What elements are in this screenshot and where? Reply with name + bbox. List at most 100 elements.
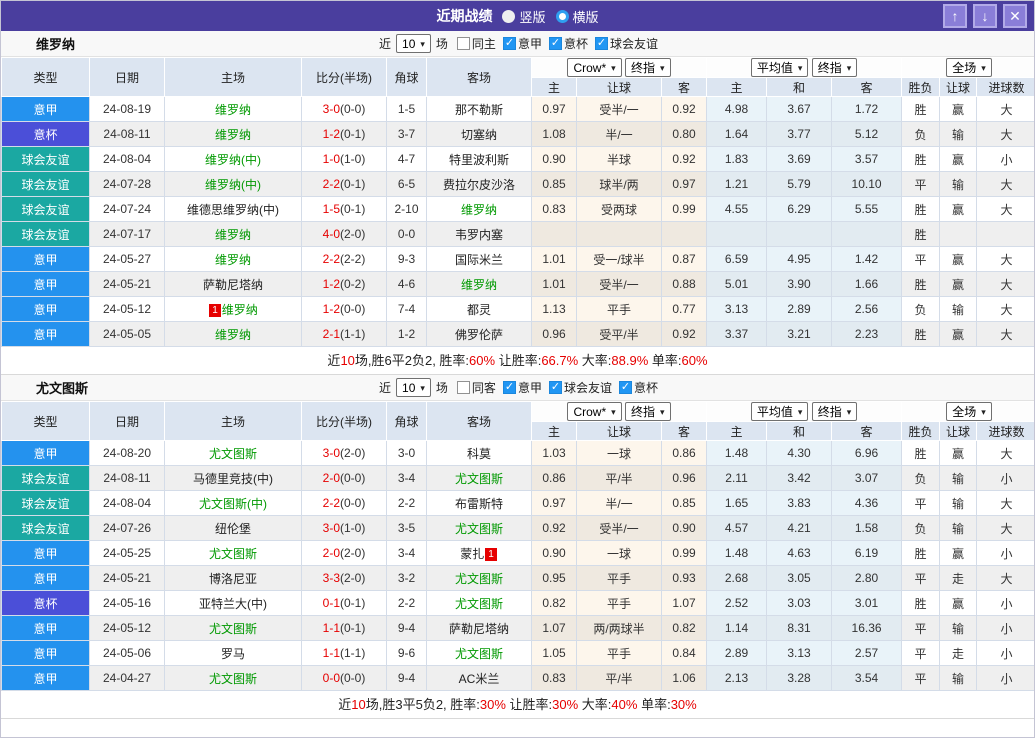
odds-away-cell: 0.99 [660,540,708,566]
match-count-select[interactable]: 10 ▾ [396,378,431,397]
avg-draw-cell: 4.30 [766,440,833,466]
recent-results-window: 近期战绩 竖版 横版 ↑ ↓ ✕ 维罗纳 近 10 ▾ 场 同主 ✓ 意甲 ✓ … [0,0,1035,738]
league-filter-label: 意杯 [633,381,658,395]
date-cell: 24-08-11 [89,121,165,147]
halftime-score: (0-2) [340,277,366,291]
col-header-away: 客场 [426,57,532,97]
same-venue-label: 同客 [471,381,496,395]
odds-time-select[interactable]: 终指 ▾ [625,58,671,77]
away-team-cell: 蒙扎 1 [426,540,532,566]
odds-handicap-cell: 两/两球半 [576,615,662,641]
league-filter-friendly[interactable]: ✓ 球会友谊 [548,379,612,396]
league-filter-serie-a[interactable]: ✓ 意甲 [502,379,542,396]
away-team-name: 佛罗伦萨 [454,327,503,342]
subcol-odds-handicap: 让球 [576,77,662,97]
odds-source-select[interactable]: Crow* ▾ [567,58,622,77]
avg-source-select[interactable]: 平均值 ▾ [750,402,809,421]
scope-header: 全场 ▾ [901,57,1034,78]
checkbox-checked-icon[interactable]: ✓ [548,381,562,394]
move-down-button[interactable]: ↓ [973,4,997,28]
radio-selected-icon[interactable] [502,9,516,23]
away-team-name: 国际米兰 [454,252,503,267]
fulltime-score: 0-0 [322,671,340,685]
checkmark-icon: ✓ [596,37,607,49]
home-team-cell: 萨勒尼塔纳 [164,271,302,297]
summary-segment: 单率: [648,353,682,368]
home-team-cell: 维罗纳 [164,246,302,272]
corners-cell: 3-2 [386,565,427,591]
corners-cell: 1-2 [386,321,427,347]
odds-time-select[interactable]: 终指 ▾ [625,402,671,421]
score-cell: 2-2(2-2) [301,246,387,272]
avg-source-select[interactable]: 平均值 ▾ [750,58,809,77]
halftime-score: (0-0) [340,102,366,116]
avg-time-select[interactable]: 终指 ▾ [811,402,858,421]
league-filter-label: 球会友谊 [563,381,612,395]
same-venue-filter[interactable]: 同客 [456,379,496,396]
checkbox-checked-icon[interactable]: ✓ [502,381,516,394]
move-up-button[interactable]: ↑ [943,4,967,28]
date-cell: 24-07-17 [89,221,165,247]
league-filter-coppa[interactable]: ✓ 意杯 [548,35,588,52]
checkbox-checked-icon[interactable]: ✓ [502,37,516,50]
away-team-name: 特里波利斯 [448,152,509,167]
checkbox-unchecked-icon[interactable] [456,37,470,50]
odds-handicap-cell: 平/半 [576,665,662,691]
corners-cell: 2-10 [386,196,427,222]
checkbox-checked-icon[interactable]: ✓ [548,37,562,50]
odds-source-select[interactable]: Crow* ▾ [567,402,622,421]
odds-handicap-cell: 平手 [576,640,662,666]
match-row: 意甲 24-05-05 维罗纳 2-1(1-1) 1-2 佛罗伦萨 0.96 受平/半 0.92… [1,321,1034,347]
result-goals-cell [976,221,1034,247]
result-goals-cell: 小 [976,665,1034,691]
match-row: 意甲 24-08-20 尤文图斯 3-0(2-0) 3-0 科莫 1.03 一球 0.86 1.4… [1,440,1034,466]
fulltime-score: 1-0 [322,152,340,166]
juventus-summary-row: 近10场,胜3平5负2, 胜率:30% 让胜率:30% 大率:40% 单率:30… [1,691,1034,719]
scope-select[interactable]: 全场 ▾ [946,58,992,77]
away-team-cell: 国际米兰 [426,246,532,272]
checkbox-unchecked-icon[interactable] [456,381,470,394]
avg-home-cell: 1.48 [706,440,768,466]
odds-home-cell: 1.08 [531,121,577,147]
match-row: 球会友谊 24-08-11 马德里竞技(中) 2-0(0-0) 3-4 尤文图斯 0.86 平… [1,465,1034,491]
scope-select[interactable]: 全场 ▾ [946,402,992,421]
home-team-name: 纽伦堡 [214,521,251,536]
league-badge: 球会友谊 [1,465,90,491]
result-goals-cell: 大 [976,490,1034,516]
away-team-cell: 那不勒斯 [426,96,532,122]
checkbox-checked-icon[interactable]: ✓ [618,381,632,394]
col-header-home: 主场 [164,57,302,97]
match-row: 球会友谊 24-08-04 维罗纳(中) 1-0(1-0) 4-7 特里波利斯 0.90 半球… [1,146,1034,172]
halftime-score: (1-0) [340,521,366,535]
checkbox-checked-icon[interactable]: ✓ [594,37,608,50]
team-name: 维罗纳 [36,37,76,52]
avg-home-cell: 2.13 [706,665,768,691]
result-outcome-cell: 胜 [901,146,941,172]
avg-time-select[interactable]: 终指 ▾ [811,58,858,77]
radio-vertical-layout[interactable]: 竖版 [502,7,546,26]
home-team-cell: 尤文图斯 [164,615,302,641]
match-count-select[interactable]: 10 ▾ [396,34,431,53]
subcol-result-handicap: 让球 [939,421,978,441]
score-cell: 2-2(0-0) [301,490,387,516]
radio-unselected-icon[interactable] [555,9,569,23]
league-filter-friendly[interactable]: ✓ 球会友谊 [594,35,658,52]
odds-home-cell: 0.86 [531,465,577,491]
near-label: 近 [379,381,392,395]
close-button[interactable]: ✕ [1003,4,1027,28]
home-team-cell: 博洛尼亚 [164,565,302,591]
score-cell: 1-5(0-1) [301,196,387,222]
away-team-cell: 尤文图斯 [426,640,532,666]
home-team-cell: 维罗纳 [164,121,302,147]
home-team-name: 罗马 [220,646,245,661]
result-handicap-cell: 赢 [939,146,978,172]
away-team-name: 尤文图斯 [454,521,503,536]
league-filter-coppa[interactable]: ✓ 意杯 [618,379,658,396]
same-venue-filter[interactable]: 同主 [456,35,496,52]
league-filter-serie-a[interactable]: ✓ 意甲 [502,35,542,52]
odds-handicap-cell [576,221,662,247]
radio-horizontal-layout[interactable]: 横版 [555,7,599,26]
avg-home-cell: 2.68 [706,565,768,591]
avg-away-cell: 2.56 [831,296,903,322]
away-team-cell: 维罗纳 [426,271,532,297]
